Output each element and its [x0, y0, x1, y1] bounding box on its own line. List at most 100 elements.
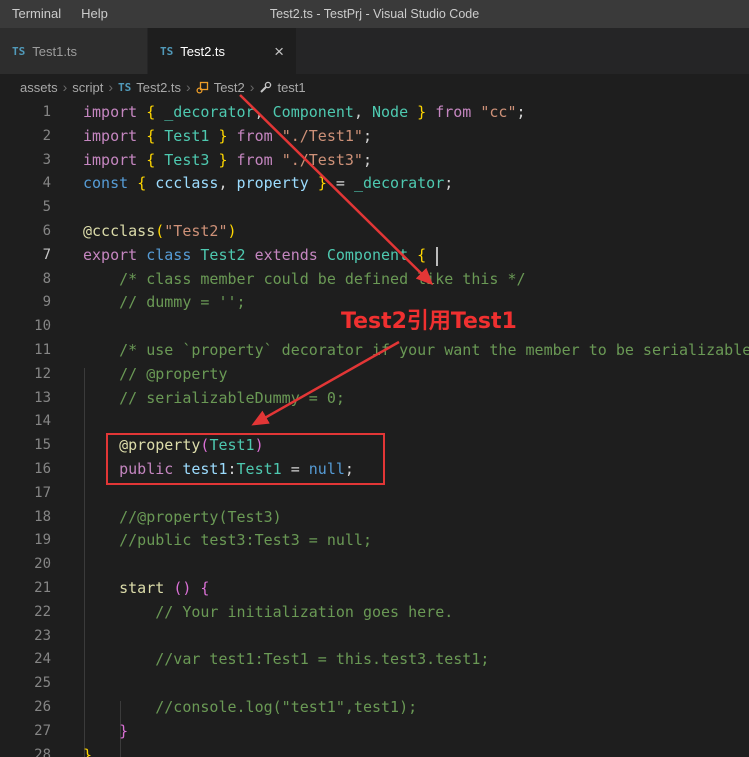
code-line[interactable]: 25	[0, 672, 749, 696]
line-number[interactable]: 2	[0, 125, 51, 149]
line-number[interactable]: 27	[0, 720, 51, 744]
line-number[interactable]: 7	[0, 244, 51, 268]
code-token: {	[137, 174, 147, 193]
line-number[interactable]: 21	[0, 577, 51, 601]
line-number[interactable]: 28	[0, 744, 51, 757]
code-token: }	[83, 745, 93, 757]
breadcrumb-item-file[interactable]: TS Test2.ts	[118, 80, 181, 95]
code-token: from	[227, 150, 282, 169]
code-token: Component	[272, 103, 354, 121]
code-line[interactable]: 18 //@property(Test3)	[0, 506, 749, 530]
chevron-right-icon: ›	[249, 79, 255, 95]
code-line[interactable]: 6 @ccclass("Test2")	[0, 220, 749, 244]
code-line[interactable]: 8 /* class member could be defined like …	[0, 268, 749, 292]
code-token: {	[146, 126, 156, 145]
tab-test1-ts[interactable]: TS Test1.ts	[0, 28, 148, 74]
code-text: //public test3:Test3 = null;	[51, 529, 372, 553]
code-line[interactable]: 14	[0, 410, 749, 434]
code-line[interactable]: 15 @property(Test1)	[0, 434, 749, 458]
code-token: "./Test3"	[281, 150, 363, 169]
line-number[interactable]: 14	[0, 410, 51, 434]
code-token: "cc"	[480, 103, 517, 121]
line-number[interactable]: 10	[0, 315, 51, 339]
line-number[interactable]: 12	[0, 363, 51, 387]
code-line[interactable]: 3 import { Test3 } from "./Test3";	[0, 149, 749, 173]
breadcrumb-item-class[interactable]: Test2	[196, 80, 245, 95]
code-line[interactable]: 17	[0, 482, 749, 506]
code-line[interactable]: 7 export class Test2 extends Component {	[0, 244, 749, 268]
code-token: :	[227, 459, 237, 478]
code-token: // @property	[83, 364, 228, 383]
code-line[interactable]: 20	[0, 553, 749, 577]
line-number[interactable]: 19	[0, 529, 51, 553]
code-text: // Your initialization goes here.	[51, 601, 453, 625]
line-number[interactable]: 22	[0, 601, 51, 625]
line-number[interactable]: 25	[0, 672, 51, 696]
code-line[interactable]: 10	[0, 315, 749, 339]
code-line[interactable]: 24 //var test1:Test1 = this.test3.test1;	[0, 648, 749, 672]
line-number[interactable]: 18	[0, 506, 51, 530]
line-number[interactable]: 6	[0, 220, 51, 244]
code-token: {	[200, 578, 210, 597]
code-line[interactable]: 5	[0, 196, 749, 220]
line-number[interactable]: 11	[0, 339, 51, 363]
line-number[interactable]: 13	[0, 387, 51, 411]
code-line[interactable]: 22 // Your initialization goes here.	[0, 601, 749, 625]
line-number[interactable]: 8	[0, 268, 51, 292]
breadcrumb-item-script[interactable]: script	[72, 80, 103, 95]
code-text: /* use `property` decorator if your want…	[51, 339, 749, 363]
line-number[interactable]: 4	[0, 172, 51, 196]
line-number[interactable]: 26	[0, 696, 51, 720]
line-number[interactable]: 23	[0, 625, 51, 649]
code-line[interactable]: 2 import { Test1 } from "./Test1";	[0, 125, 749, 149]
close-icon[interactable]: ×	[274, 43, 284, 60]
code-line[interactable]: 21 start () {	[0, 577, 749, 601]
code-line[interactable]: 23	[0, 625, 749, 649]
code-token: ;	[344, 459, 354, 478]
line-number[interactable]: 9	[0, 291, 51, 315]
code-line[interactable]: 4 const { ccclass, property } = _decorato…	[0, 172, 749, 196]
code-text: @property(Test1)	[51, 434, 264, 458]
code-line[interactable]: 12 // @property	[0, 363, 749, 387]
code-line[interactable]: 16 public test1:Test1 = null;	[0, 458, 749, 482]
tab-label: Test2.ts	[180, 43, 226, 59]
line-number[interactable]: 20	[0, 553, 51, 577]
code-token: ccclass	[155, 174, 219, 193]
line-number[interactable]: 17	[0, 482, 51, 506]
code-line[interactable]: 1 import { _decorator, Component, Node } …	[0, 101, 749, 125]
line-number[interactable]: 3	[0, 149, 51, 173]
code-text: public test1:Test1 = null;	[51, 458, 354, 482]
code-line[interactable]: 9 // dummy = '';	[0, 291, 749, 315]
code-line[interactable]: 26 //console.log("test1",test1);	[0, 696, 749, 720]
code-line[interactable]: 13 // serializableDummy = 0;	[0, 387, 749, 411]
code-text: const { ccclass, property } = _decorator…	[51, 172, 453, 196]
line-number[interactable]: 15	[0, 434, 51, 458]
code-token: )	[254, 436, 264, 455]
code-line[interactable]: 19 //public test3:Test3 = null;	[0, 529, 749, 553]
line-number[interactable]: 16	[0, 458, 51, 482]
breadcrumb-item-member[interactable]: test1	[259, 80, 306, 95]
code-token: @property	[119, 436, 201, 455]
line-number[interactable]: 5	[0, 196, 51, 220]
code-editor[interactable]: 1 import { _decorator, Component, Node } …	[0, 100, 749, 757]
line-number[interactable]: 24	[0, 648, 51, 672]
code-text: }	[51, 744, 92, 757]
breadcrumb-item-assets[interactable]: assets	[20, 80, 58, 95]
line-number[interactable]: 1	[0, 101, 51, 125]
code-token: }	[317, 174, 327, 193]
code-token: //public test3:Test3 = null;	[83, 531, 372, 550]
code-line[interactable]: 27 }	[0, 720, 749, 744]
menu-item-terminal[interactable]: Terminal	[2, 0, 71, 28]
code-token: // serializableDummy = 0;	[83, 388, 345, 407]
tab-test2-ts[interactable]: TS Test2.ts ×	[148, 28, 296, 74]
code-token: @ccclass	[83, 221, 156, 240]
code-line[interactable]: 11 /* use `property` decorator if your w…	[0, 339, 749, 363]
code-line[interactable]: 28}	[0, 744, 749, 757]
code-token: ,	[254, 103, 273, 121]
menu-item-help[interactable]: Help	[71, 0, 118, 28]
